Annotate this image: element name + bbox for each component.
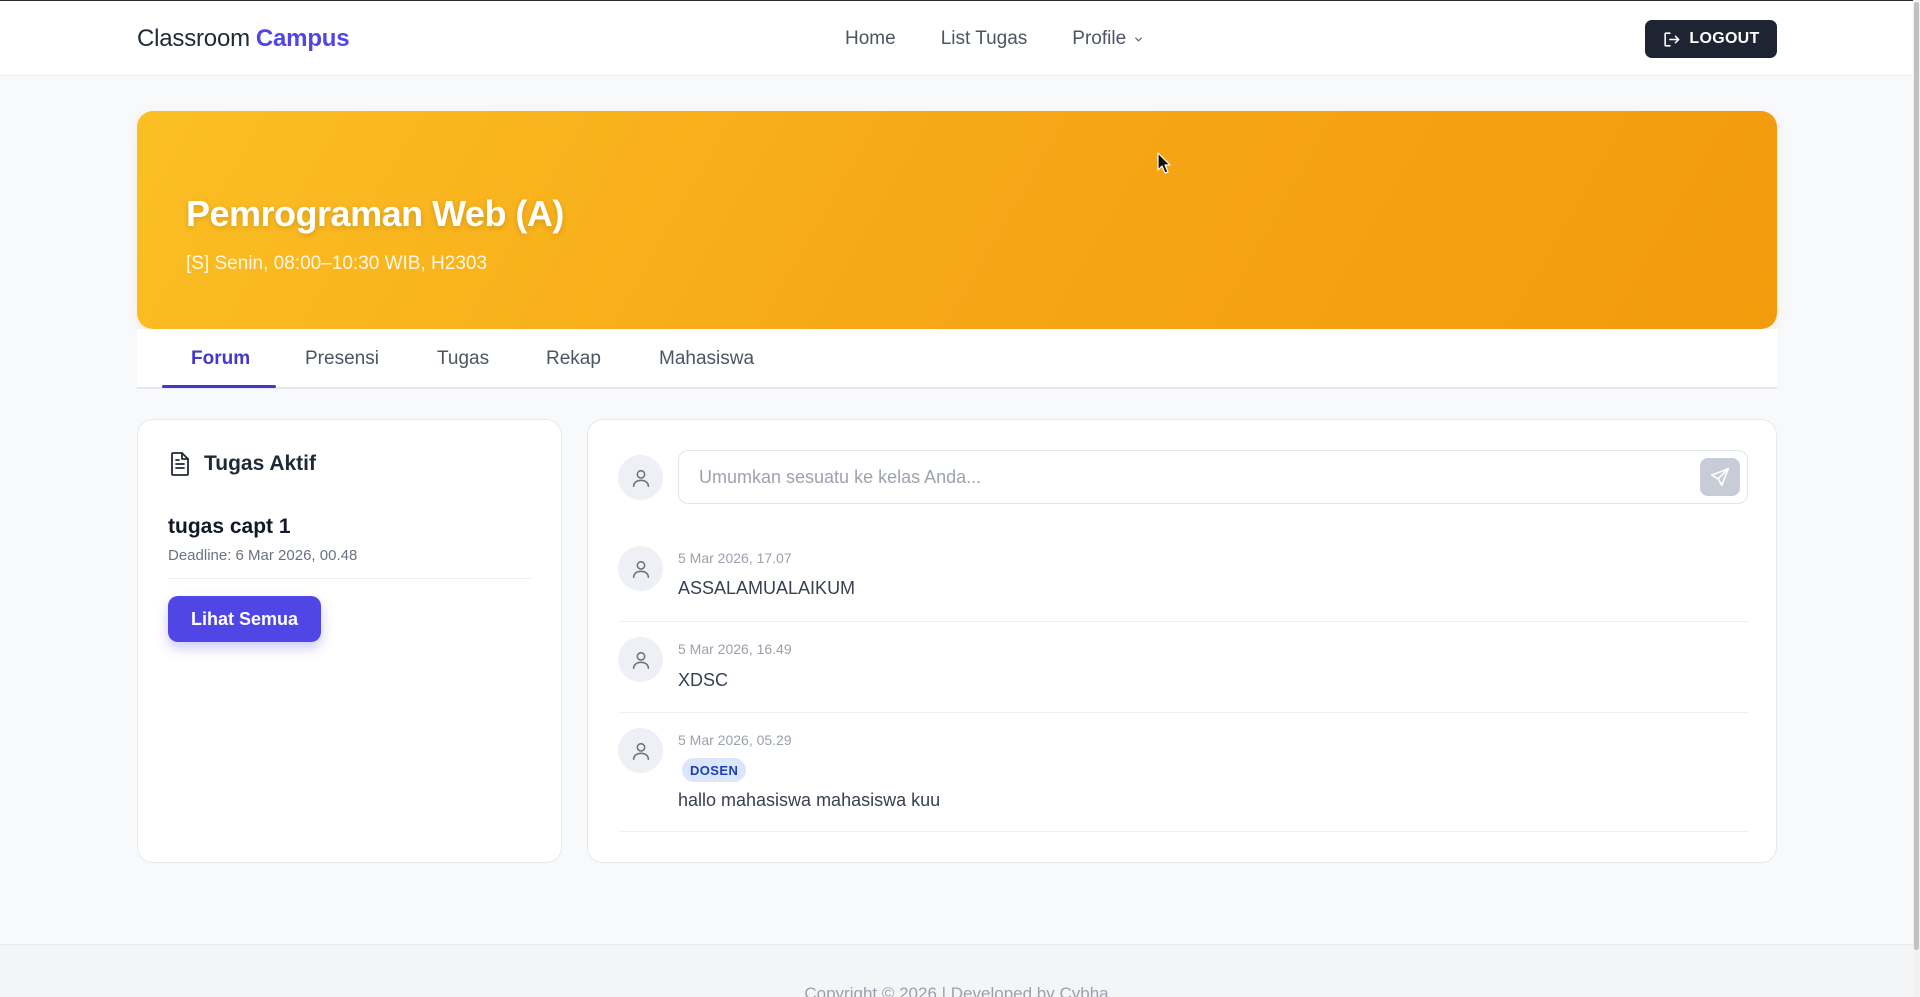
active-tab-indicator bbox=[162, 385, 276, 388]
tab-mahasiswa[interactable]: Mahasiswa bbox=[659, 348, 754, 370]
footer-copyright: Copyright © 2026 | Developed by Cybha bbox=[804, 984, 1109, 997]
see-all-button[interactable]: Lihat Semua bbox=[168, 596, 321, 642]
brand-logo[interactable]: Classroom Campus bbox=[137, 25, 350, 53]
tab-rekap[interactable]: Rekap bbox=[546, 348, 601, 370]
send-icon bbox=[1710, 467, 1730, 487]
document-icon bbox=[171, 452, 189, 476]
nav-tasks-link[interactable]: List Tugas bbox=[941, 28, 1028, 50]
nav-home-link[interactable]: Home bbox=[845, 28, 896, 50]
post-text: hallo mahasiswa mahasiswa kuu bbox=[678, 790, 941, 810]
course-schedule: [S] Senin, 08:00–10:30 WIB, H2303 bbox=[186, 253, 488, 274]
course-tabs: Forum Presensi Tugas Rekap Mahasiswa bbox=[137, 329, 1777, 389]
post-timestamp: 5 Mar 2026, 05.29 bbox=[678, 732, 792, 748]
course-banner: Pemrograman Web (A) [S] Senin, 08:00–10:… bbox=[137, 111, 1777, 329]
role-badge: DOSEN bbox=[682, 758, 747, 782]
forum-feed-card: 5 Mar 2026, 17.07 ASSALAMUALAIKUM 5 Mar … bbox=[587, 419, 1777, 863]
logout-label: LOGOUT bbox=[1689, 30, 1760, 47]
user-icon bbox=[632, 742, 649, 760]
active-tasks-card: Tugas Aktif tugas capt 1 Deadline: 6 Mar… bbox=[137, 419, 562, 863]
logout-button[interactable]: LOGOUT bbox=[1645, 20, 1777, 58]
post-divider bbox=[618, 831, 1748, 832]
avatar bbox=[618, 455, 663, 500]
course-title: Pemrograman Web (A) bbox=[186, 193, 564, 234]
post-timestamp: 5 Mar 2026, 16.49 bbox=[678, 641, 792, 657]
post-text: XDSC bbox=[678, 670, 729, 690]
send-button[interactable] bbox=[1700, 458, 1740, 496]
user-icon bbox=[632, 469, 649, 487]
tab-presensi[interactable]: Presensi bbox=[305, 348, 379, 370]
post-divider bbox=[618, 712, 1748, 713]
avatar bbox=[618, 637, 663, 682]
logout-icon bbox=[1664, 31, 1680, 47]
brand-name: Classroom bbox=[137, 25, 250, 52]
footer: Copyright © 2026 | Developed by Cybha bbox=[0, 944, 1913, 997]
mouse-cursor-icon bbox=[1157, 152, 1171, 174]
nav-links: Home List Tugas Profile bbox=[845, 28, 1143, 50]
post-divider bbox=[618, 621, 1748, 622]
chevron-down-icon bbox=[1135, 36, 1143, 42]
tab-forum[interactable]: Forum bbox=[191, 348, 250, 370]
nav-profile-dropdown[interactable]: Profile bbox=[1072, 28, 1143, 50]
avatar bbox=[618, 728, 663, 773]
nav-profile-label: Profile bbox=[1072, 28, 1127, 49]
user-icon bbox=[632, 560, 649, 578]
post-timestamp: 5 Mar 2026, 17.07 bbox=[678, 550, 792, 566]
scrollbar-thumb[interactable] bbox=[1914, 2, 1919, 950]
user-icon bbox=[632, 651, 649, 669]
task-item-deadline: Deadline: 6 Mar 2026, 00.48 bbox=[168, 547, 358, 564]
top-navbar: Classroom Campus Home List Tugas Profile … bbox=[0, 0, 1913, 76]
brand-accent: Campus bbox=[255, 25, 350, 52]
task-item-name[interactable]: tugas capt 1 bbox=[168, 515, 291, 539]
task-divider bbox=[168, 578, 531, 579]
active-tasks-title: Tugas Aktif bbox=[204, 452, 317, 475]
avatar bbox=[618, 546, 663, 591]
post-text: ASSALAMUALAIKUM bbox=[678, 578, 856, 598]
announcement-input[interactable] bbox=[678, 450, 1748, 504]
active-tasks-header: Tugas Aktif bbox=[168, 451, 316, 477]
tab-tugas[interactable]: Tugas bbox=[437, 348, 489, 370]
